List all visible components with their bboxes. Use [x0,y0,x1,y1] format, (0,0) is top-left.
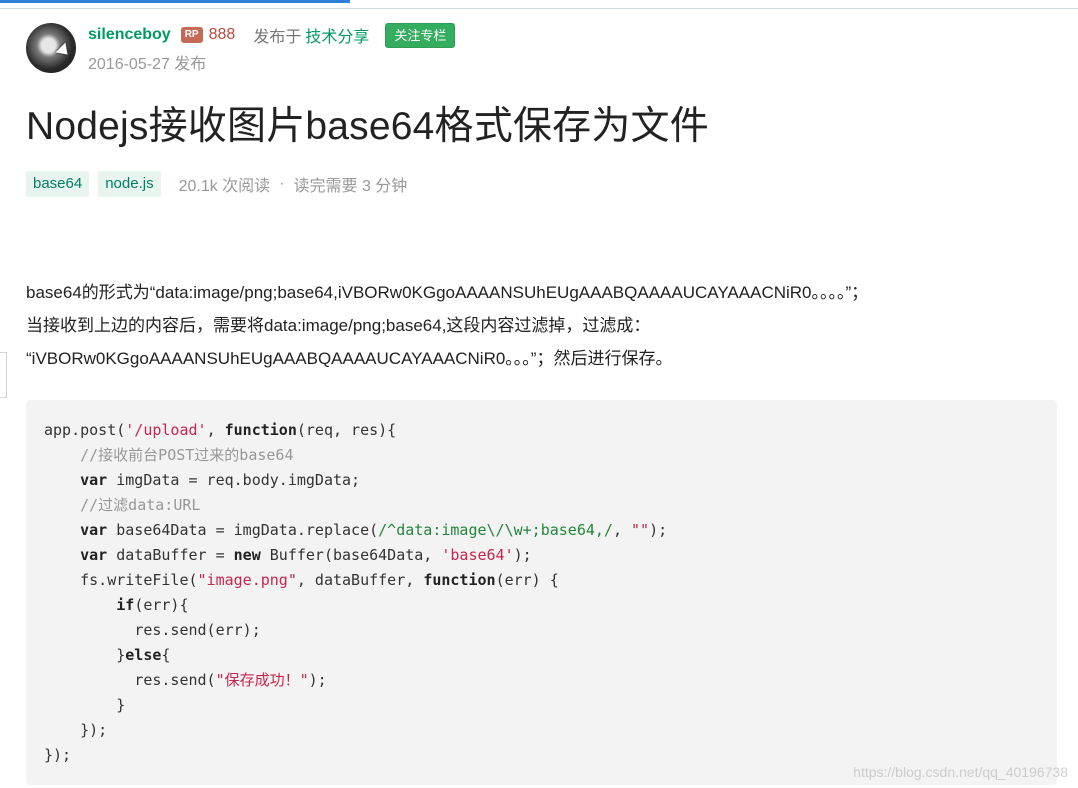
reputation: RP 888 [180,26,236,44]
code-text: (err) { [495,571,559,589]
code-keyword: new [233,546,261,564]
code-text: fs.writeFile( [80,571,198,589]
code-line: //接收前台POST过来的base64 [44,443,1057,468]
article-title: Nodejs接收图片base64格式保存为文件 [26,105,709,148]
code-keyword: var [80,521,108,539]
loading-progress-bar [0,0,350,3]
code-text: } [116,646,126,664]
rp-badge-icon: RP [180,27,203,43]
code-text: , dataBuffer, [296,571,424,589]
code-line: var base64Data = imgData.replace(/^data:… [44,518,1057,543]
read-count: 20.1k 次阅读 [178,177,271,195]
code-text: (req, res){ [296,421,397,439]
code-text: imgData = req.body.imgData; [107,471,361,489]
code-text: }); [80,721,108,739]
code-comment: //接收前台POST过来的base64 [80,446,294,464]
code-block: app.post('/upload', function(req, res){ … [26,400,1057,785]
follow-column-button[interactable]: 关注专栏 [385,22,456,48]
code-string: 'base64' [441,546,514,564]
tag-base64[interactable]: base64 [26,170,90,197]
code-keyword: if [116,596,135,614]
author-line: silenceboy RP 888 发布于 技术分享 关注专栏 [88,22,456,48]
code-text: } [116,696,126,714]
code-text: ); [649,521,668,539]
code-line: }else{ [44,643,1057,668]
code-line: } [44,693,1057,718]
code-text: ); [513,546,532,564]
code-text: , [612,521,632,539]
code-line: res.send(err); [44,618,1057,643]
code-text: }); [44,746,72,764]
code-text: Buffer(base64Data, [260,546,442,564]
code-text: (err){ [134,596,189,614]
article-body: base64的形式为“data:image/png;base64,iVBORw0… [26,276,1066,375]
code-keyword: function [423,571,496,589]
paragraph: “iVBORw0KGgoAAAANSUhEUgAAABQAAAAUCAYAAAC… [26,349,673,368]
code-string: "" [631,521,650,539]
side-panel-handle[interactable] [0,352,7,398]
code-text: app.post( [44,421,126,439]
reputation-value: 888 [208,26,236,43]
code-line: var imgData = req.body.imgData; [44,468,1057,493]
code-regex: /^data:image\/\w+;base64,/ [378,521,613,539]
code-line: fs.writeFile("image.png", dataBuffer, fu… [44,568,1057,593]
code-string: "保存成功！" [215,671,309,689]
code-keyword: function [224,421,297,439]
code-text: ); [308,671,327,689]
watermark: https://blog.csdn.net/qq_40196738 [853,764,1068,780]
code-line: //过滤data:URL [44,493,1057,518]
code-text: res.send( [134,671,216,689]
paragraph: 当接收到上边的内容后，需要将data:image/png;base64,这段内容… [26,316,651,335]
paragraph: base64的形式为“data:image/png;base64,iVBORw0… [26,283,869,302]
code-string: "image.png" [197,571,297,589]
code-text: base64Data = imgData.replace( [107,521,379,539]
code-text: res.send(err); [134,621,261,639]
article-meta: base64 node.js 20.1k 次阅读 · 读完需要 3 分钟 [26,170,407,197]
code-text: , [206,421,225,439]
code-line: app.post('/upload', function(req, res){ [44,418,1057,443]
code-line: var dataBuffer = new Buffer(base64Data, … [44,543,1057,568]
code-keyword: else [125,646,162,664]
code-line: res.send("保存成功！"); [44,668,1057,693]
published-in-label: 发布于 [253,29,302,46]
browser-top-strip [0,0,1078,10]
code-line: }); [44,718,1057,743]
column-link[interactable]: 技术分享 [305,23,369,47]
code-text: { [161,646,171,664]
top-divider [0,8,1078,9]
read-time: 读完需要 3 分钟 [293,177,408,195]
tag-nodejs[interactable]: node.js [98,170,161,197]
code-line: if(err){ [44,593,1057,618]
code-keyword: var [80,546,108,564]
code-comment: //过滤data:URL [80,496,201,514]
publish-date: 2016-05-27 发布 [88,56,207,73]
author-name-link[interactable]: silenceboy [88,26,171,44]
code-string: '/upload' [125,421,207,439]
meta-separator: · [279,174,285,192]
code-keyword: var [80,471,108,489]
code-text: dataBuffer = [107,546,234,564]
